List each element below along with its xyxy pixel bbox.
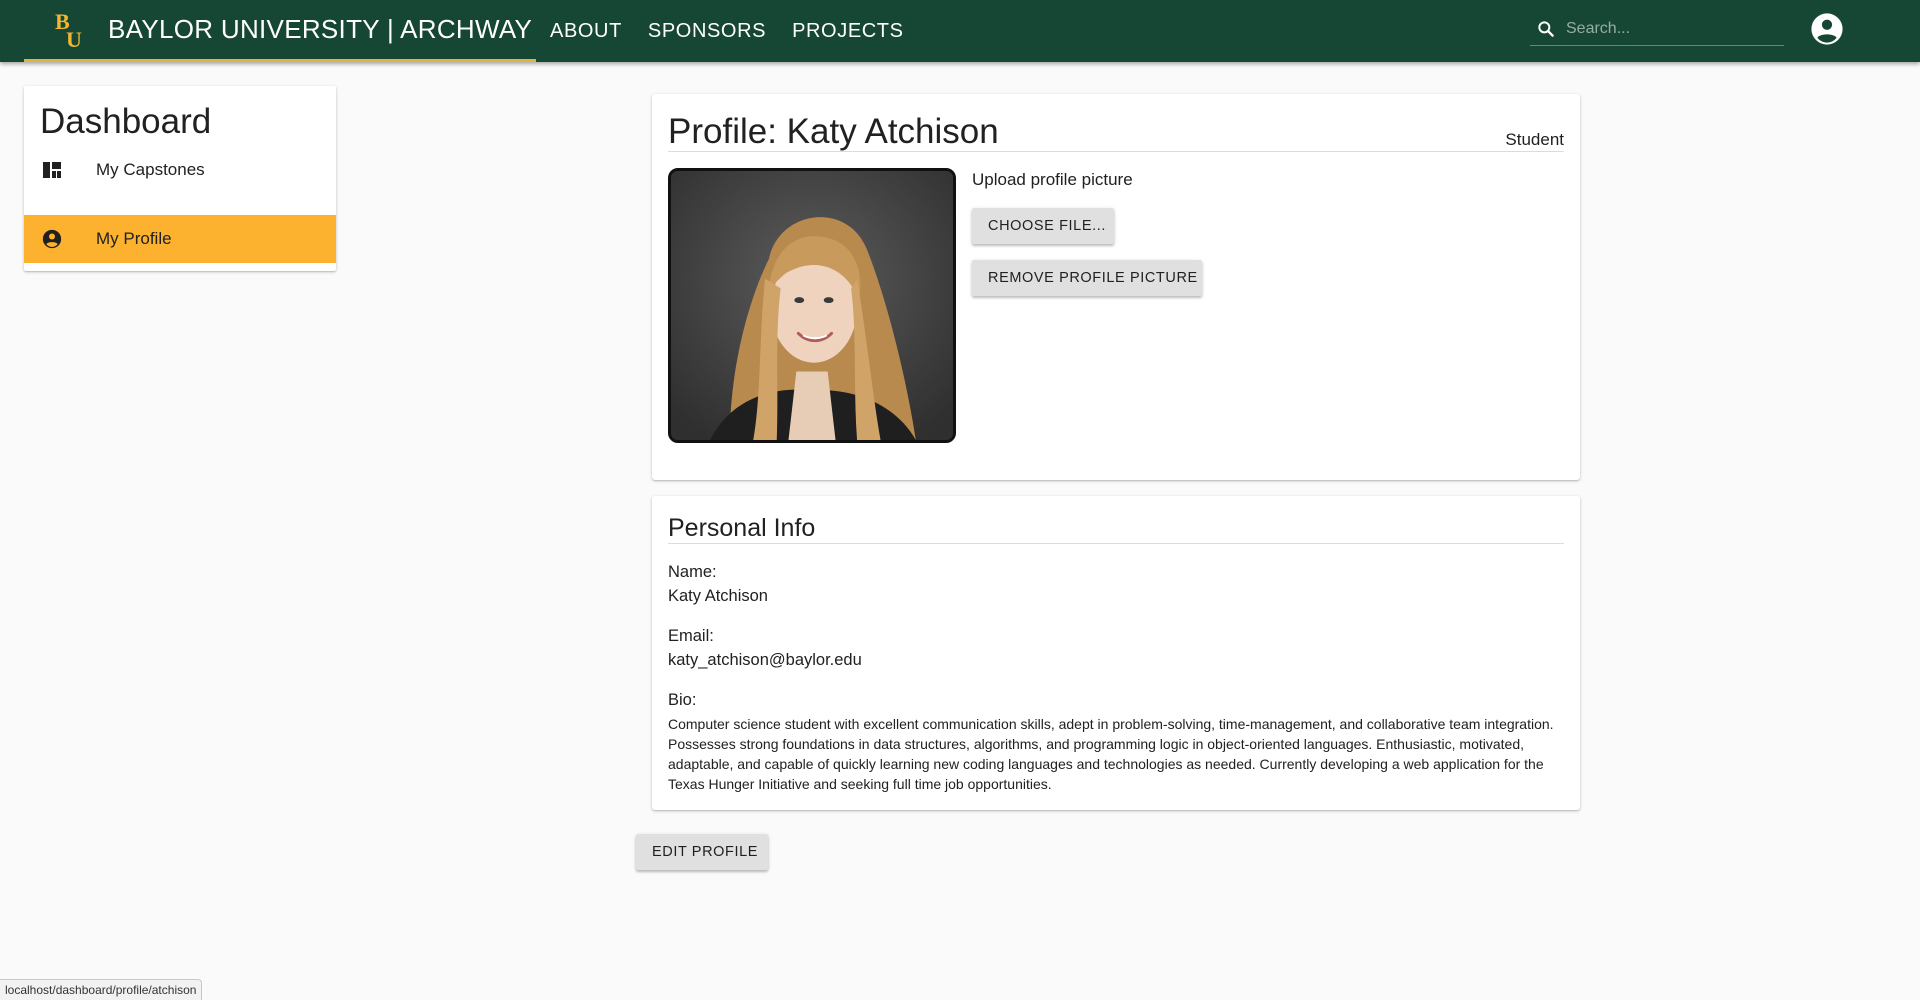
upload-label: Upload profile picture bbox=[972, 170, 1133, 189]
top-app-bar: B U BAYLOR UNIVERSITY | ARCHWAY ABOUT SP… bbox=[0, 0, 1920, 62]
remove-picture-button[interactable]: REMOVE PROFILE PICTURE bbox=[972, 260, 1202, 296]
page-title: Profile: Katy Atchison bbox=[668, 112, 999, 151]
bio-text: Computer science student with excellent … bbox=[668, 716, 1554, 792]
name-label: Name: bbox=[668, 563, 717, 581]
search-box bbox=[1530, 12, 1784, 46]
sidebar-item-label: My Capstones bbox=[96, 160, 205, 179]
nav-projects[interactable]: PROJECTS bbox=[792, 20, 903, 43]
dashboard-sidebar: Dashboard My Capstones My Profile bbox=[24, 86, 336, 271]
sidebar-item-label: My Profile bbox=[96, 229, 172, 248]
email-value: katy_atchison@baylor.edu bbox=[668, 651, 862, 669]
search-input[interactable] bbox=[1566, 19, 1784, 38]
profile-picture bbox=[668, 168, 956, 443]
dashboard-icon bbox=[40, 158, 64, 182]
app-title: BAYLOR UNIVERSITY | ARCHWAY bbox=[108, 14, 533, 44]
bio-label: Bio: bbox=[668, 691, 697, 709]
section-title: Personal Info bbox=[668, 514, 816, 542]
nav-sponsors[interactable]: SPONSORS bbox=[648, 20, 766, 43]
edit-profile-button[interactable]: EDIT PROFILE bbox=[636, 834, 768, 870]
divider bbox=[668, 151, 1564, 152]
svg-text:U: U bbox=[66, 27, 82, 51]
choose-file-button[interactable]: CHOOSE FILE... bbox=[972, 208, 1114, 244]
baylor-logo-icon: B U bbox=[55, 9, 82, 51]
role-label: Student bbox=[1505, 130, 1564, 149]
divider bbox=[668, 543, 1564, 544]
search-icon bbox=[1538, 20, 1554, 37]
home-link[interactable]: B U BAYLOR UNIVERSITY | ARCHWAY bbox=[24, 0, 536, 62]
account-circle-icon[interactable] bbox=[1810, 12, 1844, 46]
sidebar-title: Dashboard bbox=[40, 102, 212, 141]
status-bar-url: localhost/dashboard/profile/atchison bbox=[0, 979, 203, 1000]
email-label: Email: bbox=[668, 627, 714, 645]
personal-info-card: Personal Info Name: Katy Atchison Email:… bbox=[652, 496, 1580, 810]
profile-card: Profile: Katy Atchison Student Upload pr… bbox=[652, 94, 1580, 480]
account-circle-icon bbox=[40, 227, 64, 251]
sidebar-item-my-profile[interactable]: My Profile bbox=[24, 215, 336, 263]
main-nav: ABOUT SPONSORS PROJECTS bbox=[550, 0, 930, 62]
sidebar-item-my-capstones[interactable]: My Capstones bbox=[24, 146, 336, 194]
profile-photo-image bbox=[671, 171, 953, 440]
nav-about[interactable]: ABOUT bbox=[550, 20, 622, 43]
name-value: Katy Atchison bbox=[668, 587, 768, 605]
